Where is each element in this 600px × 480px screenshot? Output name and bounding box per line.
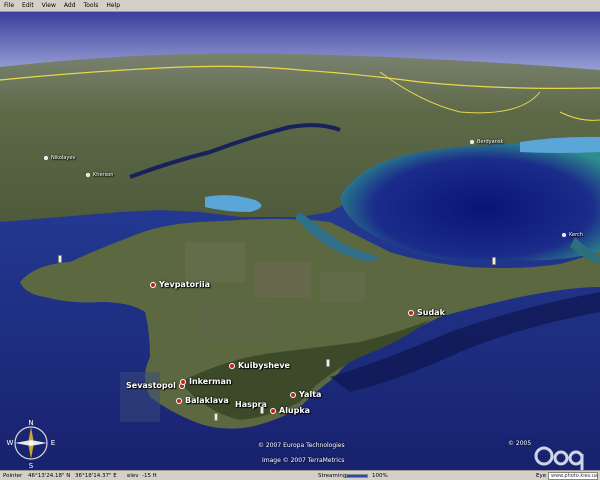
placemark-dot <box>270 407 276 414</box>
satellite-terrain <box>0 12 600 470</box>
placemark-dot <box>229 362 235 369</box>
city-label: Sudak <box>417 308 445 317</box>
placemark-dot <box>408 309 414 316</box>
city-yalta[interactable]: Yalta <box>290 390 321 399</box>
placemark-dot <box>290 391 296 398</box>
compass-icon[interactable]: N S E W <box>6 417 56 469</box>
eye-altitude-box: www.photo.kiev.ua <box>548 472 598 480</box>
google-logo <box>534 446 584 470</box>
lighthouse-icon[interactable] <box>492 257 496 265</box>
city-label: Balaklava <box>185 396 229 405</box>
city-label: Sevastopol <box>126 381 176 390</box>
city-alupka[interactable]: Alupka <box>270 406 310 415</box>
lighthouse-icon[interactable] <box>260 406 264 414</box>
earth-3d-viewport[interactable]: Yevpatoriia Sudak Kuibysheve Sevastopol … <box>0 12 600 470</box>
city-inkerman[interactable]: Inkerman <box>180 377 232 386</box>
placemark-dot <box>44 156 48 160</box>
city-label: Kerch <box>569 232 583 238</box>
lighthouse-icon[interactable] <box>214 413 218 421</box>
compass-n: N <box>28 419 33 427</box>
google-earth-window: File Edit View Add Tools Help Yevpatorii… <box>0 0 600 480</box>
status-bar: Pointer 46°13'24.18" N 36°18'14.37" E el… <box>0 470 600 480</box>
city-mykolaiv[interactable]: Nikolayev <box>44 155 75 161</box>
eye-label: Eye <box>536 473 547 479</box>
city-label: Berdyansk <box>477 139 504 145</box>
elevation-label: elev <box>127 473 139 479</box>
streaming-progress <box>346 474 368 478</box>
placemark-dot <box>470 140 474 144</box>
placemark-dot <box>180 378 186 385</box>
menu-help[interactable]: Help <box>102 0 124 11</box>
city-kuibysheve[interactable]: Kuibysheve <box>229 361 290 370</box>
city-sevastopol[interactable]: Sevastopol <box>126 381 185 390</box>
menu-edit[interactable]: Edit <box>18 0 38 11</box>
copyright-terrametrics: Image © 2007 TerraMetrics <box>262 457 345 464</box>
streaming-label: Streaming <box>318 473 347 479</box>
city-label: Nikolayev <box>51 155 76 161</box>
pointer-longitude: 36°18'14.37" E <box>75 473 117 479</box>
city-label: Yevpatoriia <box>159 280 210 289</box>
pointer-label: Pointer <box>3 473 23 479</box>
compass-e: E <box>51 439 55 447</box>
menu-file[interactable]: File <box>0 0 18 11</box>
city-sudak[interactable]: Sudak <box>408 308 445 317</box>
menu-bar: File Edit View Add Tools Help <box>0 0 600 12</box>
city-balaklava[interactable]: Balaklava <box>176 396 229 405</box>
streaming-progress-fill <box>347 475 367 477</box>
lighthouse-icon[interactable] <box>58 255 62 263</box>
placemark-dot <box>176 397 182 404</box>
placemark-dot <box>562 233 566 237</box>
city-kherson[interactable]: Kherson <box>86 172 113 178</box>
streaming-value: 100% <box>372 473 388 479</box>
placemark-dot <box>86 173 90 177</box>
city-kerch[interactable]: Kerch <box>562 232 583 238</box>
city-label: Kherson <box>93 172 114 178</box>
city-label: Yalta <box>299 390 322 399</box>
copyright-year: © 2005 <box>508 440 532 447</box>
city-label: Alupka <box>279 406 311 415</box>
copyright-europa: © 2007 Europa Technologies <box>258 442 345 449</box>
compass-s: S <box>29 462 34 469</box>
compass-w: W <box>7 439 14 447</box>
menu-tools[interactable]: Tools <box>80 0 103 11</box>
pointer-latitude: 46°13'24.18" N <box>28 473 71 479</box>
menu-view[interactable]: View <box>38 0 60 11</box>
lighthouse-icon[interactable] <box>326 359 330 367</box>
city-berdyansk[interactable]: Berdyansk <box>470 139 503 145</box>
menu-add[interactable]: Add <box>60 0 80 11</box>
city-yevpatoriia[interactable]: Yevpatoriia <box>150 280 210 289</box>
city-label: Inkerman <box>189 377 232 386</box>
elevation-value: -15 ft <box>142 473 157 479</box>
placemark-dot <box>150 281 156 288</box>
city-label: Kuibysheve <box>238 361 290 370</box>
